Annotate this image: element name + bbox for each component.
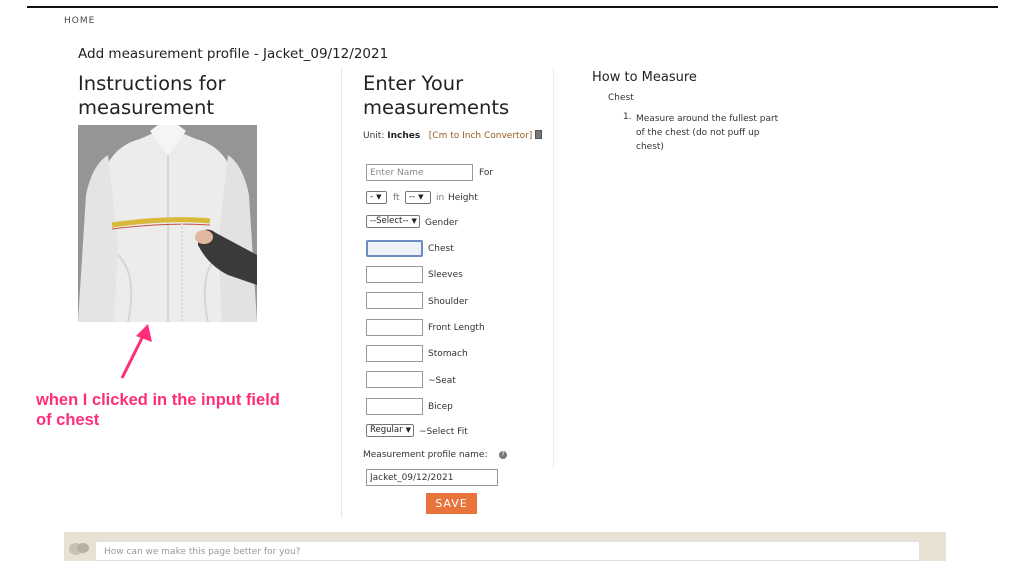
- step-number: 1.: [623, 112, 632, 122]
- how-to-measure-title: How to Measure: [592, 70, 697, 85]
- shoulder-input[interactable]: [366, 292, 423, 309]
- column-divider: [341, 68, 342, 518]
- save-button[interactable]: SAVE: [426, 493, 477, 514]
- instructions-heading: Instructions for measurement: [78, 72, 226, 119]
- breadcrumb-home[interactable]: HOME: [64, 16, 95, 26]
- annotation-text: when I clicked in the input field of che…: [36, 391, 280, 429]
- help-icon[interactable]: ?: [499, 451, 507, 459]
- fit-select[interactable]: Regular ▼: [366, 424, 414, 437]
- seat-label: ~Seat: [428, 376, 456, 386]
- page-title: Add measurement profile - Jacket_09/12/2…: [78, 46, 389, 62]
- calculator-icon[interactable]: [535, 130, 543, 139]
- for-label: For: [479, 168, 494, 178]
- chevron-down-icon: ▼: [376, 193, 382, 201]
- measurement-photo: [78, 125, 257, 322]
- seat-input[interactable]: [366, 371, 423, 388]
- cm-to-inch-convertor-link[interactable]: [Cm to Inch Convertor]: [429, 131, 533, 141]
- height-in-label: in: [436, 193, 445, 203]
- fit-label: ~Select Fit: [419, 427, 468, 437]
- unit-value: Inches: [387, 131, 421, 141]
- height-ft-select[interactable]: - ▼: [366, 191, 387, 204]
- unit-line: Unit: Inches [Cm to Inch Convertor]: [363, 126, 543, 146]
- unit-label: Unit:: [363, 131, 385, 141]
- chevron-down-icon: ▼: [411, 217, 417, 225]
- profile-name-input[interactable]: [366, 469, 498, 486]
- height-ft-label: ft: [393, 193, 400, 203]
- how-to-measure-subtitle: Chest: [608, 93, 634, 103]
- enter-measurements-heading: Enter Your measurements: [363, 72, 510, 119]
- bicep-input[interactable]: [366, 398, 423, 415]
- sleeves-label: Sleeves: [428, 270, 463, 280]
- stomach-label: Stomach: [428, 349, 468, 359]
- annotation-arrow-icon: [120, 324, 152, 379]
- chest-label: Chest: [428, 244, 454, 254]
- stomach-input[interactable]: [366, 345, 423, 362]
- column-divider: [553, 68, 554, 468]
- feedback-input[interactable]: How can we make this page better for you…: [95, 541, 920, 561]
- height-label: Height: [448, 193, 478, 203]
- front-length-label: Front Length: [428, 323, 485, 333]
- shoulder-label: Shoulder: [428, 297, 469, 307]
- height-in-select[interactable]: -- ▼: [405, 191, 431, 204]
- profile-name-label: Measurement profile name:: [363, 450, 488, 460]
- gender-select[interactable]: --Select-- ▼: [366, 215, 420, 228]
- top-divider: [27, 6, 998, 8]
- bicep-label: Bicep: [428, 402, 453, 412]
- gender-label: Gender: [425, 218, 459, 228]
- sleeves-input[interactable]: [366, 266, 423, 283]
- chat-bubbles-icon: [69, 543, 89, 555]
- chest-input[interactable]: [366, 240, 423, 257]
- how-to-measure-step: Measure around the fullest part of the c…: [636, 114, 779, 152]
- front-length-input[interactable]: [366, 319, 423, 336]
- name-input[interactable]: [366, 164, 473, 181]
- chevron-down-icon: ▼: [418, 193, 424, 201]
- chevron-down-icon: ▼: [405, 426, 411, 434]
